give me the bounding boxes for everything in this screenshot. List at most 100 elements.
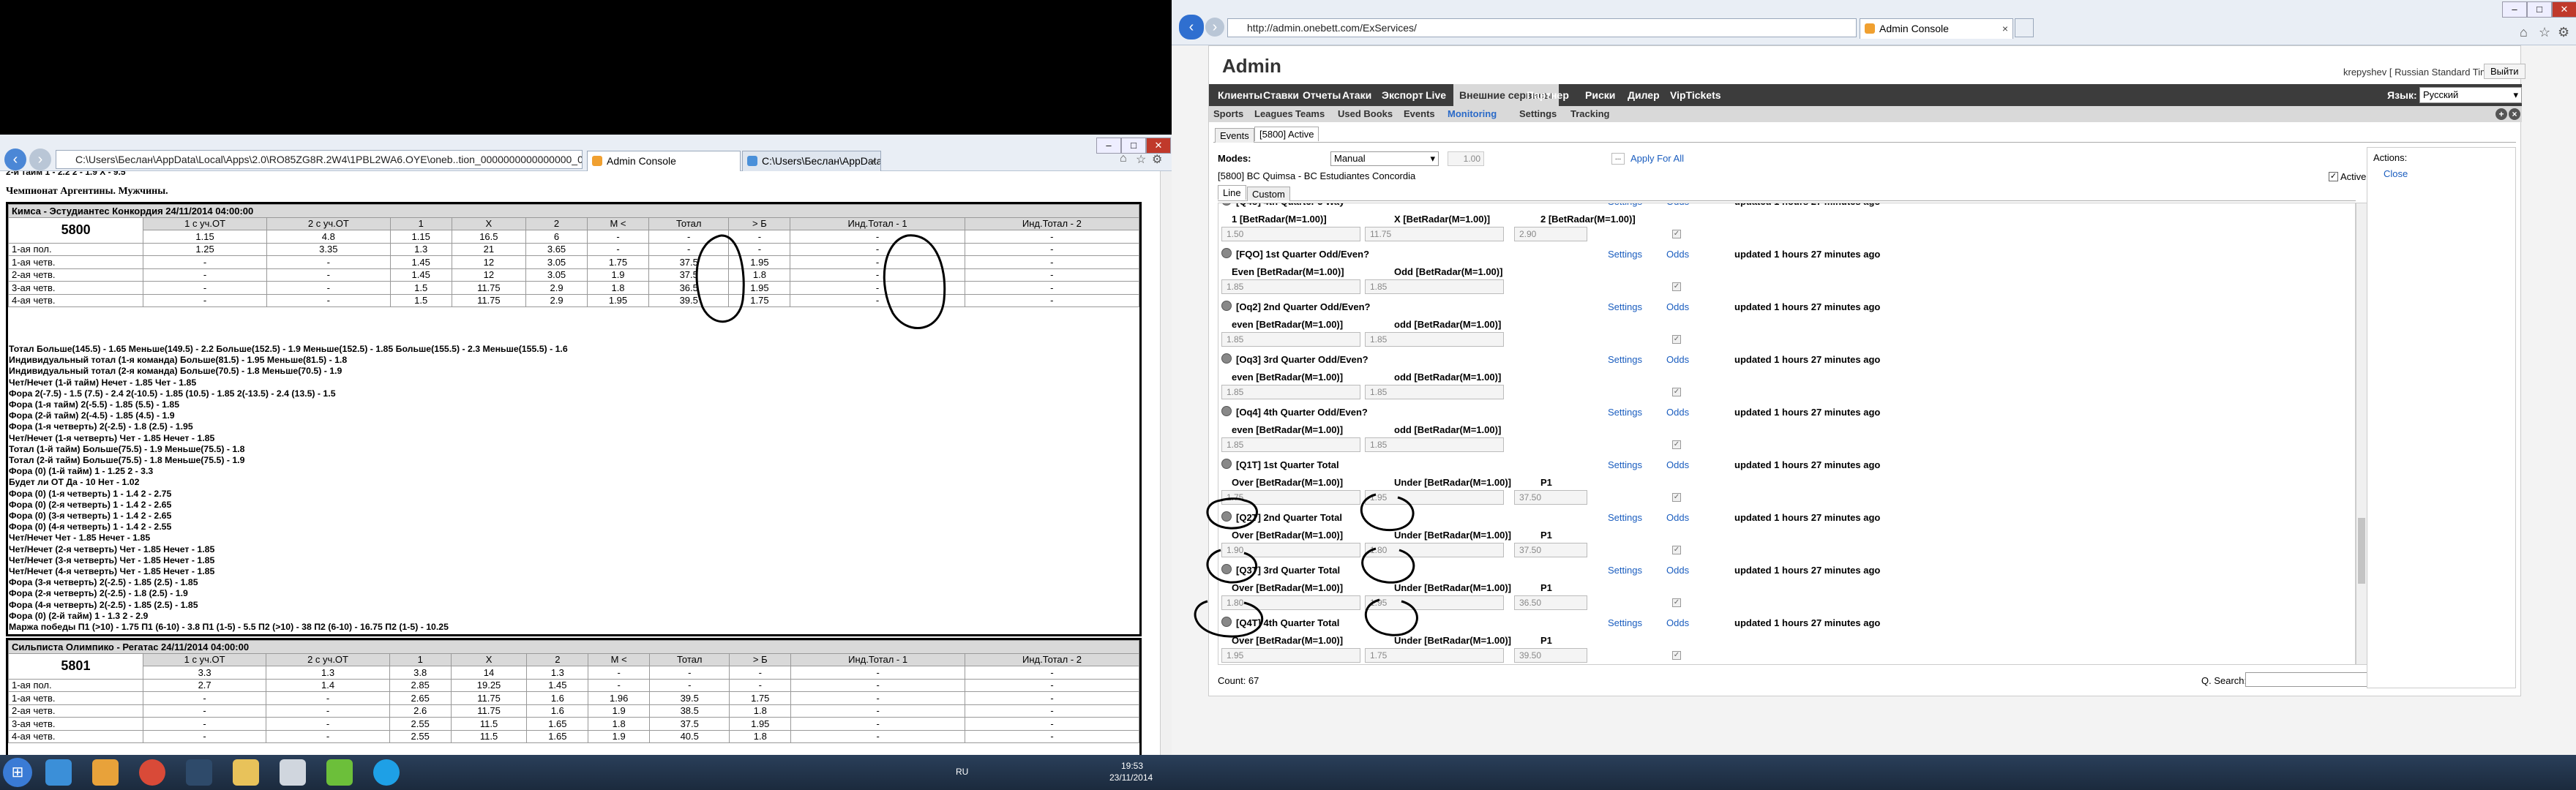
start-button[interactable]: ⊞ (3, 758, 32, 787)
close-link[interactable]: Close (2384, 168, 2408, 179)
odds-input[interactable]: 1.85 (1365, 385, 1504, 399)
row-checkbox[interactable]: ✓ (1672, 335, 1681, 344)
maximize-button[interactable]: □ (2527, 1, 2552, 18)
odds-input[interactable]: 1.85 (1365, 332, 1504, 347)
media-player-taskbar-icon[interactable] (92, 759, 119, 786)
menu-item[interactable]: Дилер (1628, 84, 1660, 106)
submenu-item[interactable]: Sports (1213, 106, 1243, 122)
markets-scrollbar[interactable] (2356, 203, 2367, 665)
gear-icon[interactable] (1221, 248, 1232, 258)
row-checkbox[interactable]: ✓ (1672, 230, 1681, 238)
gear-icon[interactable] (1221, 203, 1232, 206)
maximize-button[interactable]: □ (1121, 138, 1146, 154)
settings-link[interactable]: Settings (1608, 354, 1642, 365)
modes-number-input[interactable]: 1.00 (1448, 151, 1484, 166)
menu-item[interactable]: VipTickets (1670, 84, 1721, 106)
favorites-icon[interactable]: ☆ (1136, 152, 1146, 167)
row-checkbox[interactable]: ✓ (1672, 598, 1681, 607)
menu-item[interactable]: Отчеты (1303, 84, 1341, 106)
row-checkbox[interactable]: ✓ (1672, 493, 1681, 502)
gear-icon[interactable] (1221, 353, 1232, 364)
submenu-item[interactable]: Events (1404, 106, 1435, 122)
left-address-bar[interactable]: C:\Users\Беслан\AppData\Local\Apps\2.0\R… (56, 150, 583, 169)
odds-input[interactable]: 1.85 (1221, 385, 1360, 399)
close-circle-icon[interactable]: × (2509, 108, 2520, 120)
odds-input[interactable]: 1.80 (1365, 543, 1504, 557)
active-checkbox[interactable]: ✓ (2329, 172, 2338, 181)
row-checkbox[interactable]: ✓ (1672, 282, 1681, 291)
clock-date[interactable]: 23/11/2014 (1109, 772, 1153, 783)
forward-icon[interactable]: › (29, 148, 51, 170)
menu-item[interactable]: Клиенты (1218, 84, 1262, 106)
collapse-icon[interactable]: + (2496, 108, 2507, 120)
submenu-item[interactable]: Settings (1519, 106, 1557, 122)
odds-link[interactable]: Odds (1666, 565, 1689, 576)
chrome-taskbar-icon[interactable] (139, 759, 165, 786)
home-icon[interactable]: ⌂ (2520, 25, 2528, 40)
apply-dots-button[interactable]: ... (1611, 153, 1625, 165)
odds-input[interactable]: 1.85 (1221, 332, 1360, 347)
scroll-thumb[interactable] (2358, 518, 2365, 584)
submenu-item[interactable]: Monitoring (1448, 106, 1497, 122)
gear-icon[interactable] (1221, 459, 1232, 469)
close-window-button[interactable]: ✕ (1146, 138, 1171, 154)
row-checkbox[interactable]: ✓ (1672, 651, 1681, 660)
odds-link[interactable]: Odds (1666, 459, 1689, 470)
menu-item[interactable]: Экспорт (1382, 84, 1423, 106)
menu-item[interactable]: Риски (1585, 84, 1615, 106)
odds-link[interactable]: Odds (1666, 354, 1689, 365)
language-select[interactable]: Русский ▾ (2419, 87, 2522, 103)
odds-input[interactable]: 37.50 (1514, 543, 1587, 557)
gear-icon[interactable]: ⚙ (2558, 25, 2569, 40)
settings-link[interactable]: Settings (1608, 301, 1642, 312)
folder-taskbar-icon[interactable] (233, 759, 259, 786)
minimize-button[interactable]: – (2502, 1, 2527, 18)
odds-input[interactable]: 2.90 (1514, 227, 1587, 241)
gear-icon[interactable]: ⚙ (1152, 152, 1162, 167)
language-indicator[interactable]: RU (956, 767, 968, 777)
odds-input[interactable]: 37.50 (1514, 490, 1587, 505)
ie-taskbar-icon[interactable] (45, 759, 72, 786)
odds-link[interactable]: Odds (1666, 301, 1689, 312)
back-icon[interactable]: ‹ (1179, 15, 1204, 40)
tab-events[interactable]: Events (1215, 128, 1254, 143)
submenu-item[interactable]: Teams (1295, 106, 1325, 122)
apply-for-all-link[interactable]: Apply For All (1630, 153, 1684, 164)
submenu-item[interactable]: Tracking (1570, 106, 1609, 122)
submenu-item[interactable]: Leagues (1254, 106, 1293, 122)
odds-input[interactable]: 39.50 (1514, 648, 1587, 663)
odds-input[interactable]: 1.85 (1365, 437, 1504, 452)
settings-link[interactable]: Settings (1608, 512, 1642, 523)
clock-time[interactable]: 19:53 (1121, 761, 1143, 771)
menu-item[interactable]: Ставки (1263, 84, 1299, 106)
odds-input[interactable]: 1.85 (1221, 279, 1360, 294)
close-tab-icon[interactable]: × (870, 151, 876, 170)
odds-input[interactable]: 1.90 (1221, 543, 1360, 557)
tab-5800-active[interactable]: [5800] Active (1254, 127, 1319, 141)
odds-input[interactable]: 1.95 (1365, 595, 1504, 610)
odds-input[interactable]: 1.50 (1221, 227, 1360, 241)
settings-link[interactable]: Settings (1608, 617, 1642, 628)
odds-input[interactable]: 1.75 (1221, 490, 1360, 505)
settings-link[interactable]: Settings (1608, 203, 1642, 207)
odds-link[interactable]: Odds (1666, 617, 1689, 628)
back-icon[interactable]: ‹ (4, 148, 26, 170)
menu-item[interactable]: Live (1426, 84, 1446, 106)
odds-input[interactable]: 1.95 (1221, 648, 1360, 663)
document-taskbar-icon[interactable] (280, 759, 306, 786)
green-app-taskbar-icon[interactable] (326, 759, 353, 786)
menu-item[interactable]: Партнер (1527, 84, 1569, 106)
menu-item[interactable]: Атаки (1342, 84, 1371, 106)
favorites-icon[interactable]: ☆ (2539, 25, 2550, 40)
odds-link[interactable]: Odds (1666, 203, 1689, 207)
odds-input[interactable]: 1.95 (1365, 490, 1504, 505)
settings-link[interactable]: Settings (1608, 249, 1642, 260)
left-vertical-scrollbar[interactable] (1160, 171, 1172, 755)
gear-icon[interactable] (1221, 617, 1232, 627)
close-window-button[interactable]: ✕ (2552, 1, 2576, 18)
settings-link[interactable]: Settings (1608, 407, 1642, 418)
tab-custom[interactable]: Custom (1247, 187, 1290, 201)
new-tab-button[interactable] (2015, 18, 2034, 37)
odds-input[interactable]: 36.50 (1514, 595, 1587, 610)
odds-input[interactable]: 1.80 (1221, 595, 1360, 610)
